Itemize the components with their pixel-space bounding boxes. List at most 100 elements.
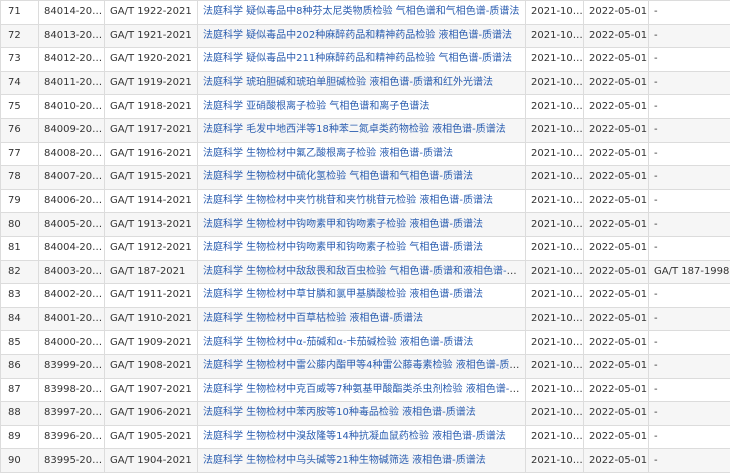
standard-name-cell: 法庭科学 生物检材中草甘膦和氯甲基膦酸检验 液相色谱-质谱法	[197, 283, 526, 308]
standard-name-link[interactable]: 法庭科学 疑似毒品中8种芬太尼类物质检验 气相色谱和气相色谱-质谱法	[203, 6, 519, 17]
row-index-cell: 77	[0, 141, 39, 167]
standard-name-link[interactable]: 法庭科学 生物检材中α-茄碱和α-卡茄碱检验 液相色谱-质谱法	[203, 337, 473, 348]
publish-date-cell: 2021-10-14	[525, 212, 584, 237]
standard-name-cell: 法庭科学 疑似毒品中211种麻醉药品和精神药品检验 气相色谱-质谱法	[197, 47, 526, 72]
standard-name-cell: 法庭科学 生物检材中夹竹桃苷和夹竹桃苷元检验 液相色谱-质谱法	[197, 188, 526, 214]
replaced-standard-cell: -	[648, 306, 730, 332]
row-index-cell: 75	[0, 94, 39, 119]
row-index-cell: 71	[0, 0, 39, 25]
standard-number-cell: GA/T 1904-2021	[104, 448, 198, 473]
plan-number-cell: 84005-2021	[38, 212, 105, 237]
standard-number-cell: GA/T 187-2021	[104, 259, 198, 285]
row-index-cell: 80	[0, 212, 39, 237]
publish-date-cell: 2021-10-14	[525, 353, 584, 379]
standard-name-cell: 法庭科学 生物检材中α-茄碱和α-卡茄碱检验 液相色谱-质谱法	[197, 330, 526, 355]
table-row: 87 83998-2021 GA/T 1907-2021 法庭科学 生物检材中克百威等…	[0, 377, 730, 403]
publish-date-cell: 2021-10-14	[525, 141, 584, 167]
replaced-standard-cell: -	[648, 0, 730, 25]
standard-name-link[interactable]: 法庭科学 生物检材中钩吻素甲和钩吻素子检验 气相色谱-质谱法	[203, 242, 483, 253]
standard-name-cell: 法庭科学 毛发中地西泮等18种苯二氮卓类药物检验 液相色谱-质谱法	[197, 117, 526, 143]
standard-number-cell: GA/T 1910-2021	[104, 306, 198, 332]
standard-name-cell: 法庭科学 琥珀胆碱和琥珀单胆碱检验 液相色谱-质谱和红外光谱法	[197, 70, 526, 96]
table-row: 78 84007-2021 GA/T 1915-2021 法庭科学 生物检材中硫化氢检…	[0, 165, 730, 190]
standard-name-cell: 法庭科学 生物检材中雷公藤内酯甲等4种雷公藤毒素检验 液相色谱-质谱法	[197, 353, 526, 379]
standard-name-link[interactable]: 法庭科学 疑似毒品中202种麻醉药品和精神药品检验 液相色谱-质谱法	[203, 30, 512, 41]
standard-name-link[interactable]: 法庭科学 生物检材中百草枯检验 液相色谱-质谱法	[203, 313, 423, 324]
standard-name-link[interactable]: 法庭科学 生物检材中氟乙酸根离子检验 液相色谱-质谱法	[203, 148, 453, 159]
publish-date-cell: 2021-10-14	[525, 259, 584, 285]
publish-date-cell: 2021-10-14	[525, 70, 584, 96]
row-index-cell: 84	[0, 306, 39, 332]
standard-name-link[interactable]: 法庭科学 生物检材中夹竹桃苷和夹竹桃苷元检验 液相色谱-质谱法	[203, 195, 493, 206]
implement-date-cell: 2022-05-01	[583, 165, 649, 190]
standard-name-cell: 法庭科学 疑似毒品中202种麻醉药品和精神药品检验 液相色谱-质谱法	[197, 23, 526, 49]
implement-date-cell: 2022-05-01	[583, 448, 649, 473]
standard-name-link[interactable]: 法庭科学 疑似毒品中211种麻醉药品和精神药品检验 气相色谱-质谱法	[203, 53, 512, 64]
standard-name-cell: 法庭科学 生物检材中苯丙胺等10种毒品检验 液相色谱-质谱法	[197, 401, 526, 426]
replaced-standard-cell: -	[648, 212, 730, 237]
standard-name-cell: 法庭科学 疑似毒品中8种芬太尼类物质检验 气相色谱和气相色谱-质谱法	[197, 0, 526, 25]
replaced-standard-cell: -	[648, 424, 730, 450]
row-index-cell: 74	[0, 70, 39, 96]
publish-date-cell: 2021-10-14	[525, 401, 584, 426]
table-row: 85 84000-2021 GA/T 1909-2021 法庭科学 生物检材中α-茄碱…	[0, 330, 730, 355]
publish-date-cell: 2021-10-14	[525, 424, 584, 450]
implement-date-cell: 2022-05-01	[583, 23, 649, 49]
implement-date-cell: 2022-05-01	[583, 0, 649, 25]
standard-name-link[interactable]: 法庭科学 生物检材中草甘膦和氯甲基膦酸检验 液相色谱-质谱法	[203, 289, 483, 300]
replaced-standard-cell: -	[648, 188, 730, 214]
implement-date-cell: 2022-05-01	[583, 377, 649, 403]
standard-name-link[interactable]: 法庭科学 生物检材中克百威等7种氨基甲酸酯类杀虫剂检验 液相色谱-质谱法	[203, 384, 525, 395]
standard-number-cell: GA/T 1916-2021	[104, 141, 198, 167]
standard-name-link[interactable]: 法庭科学 生物检材中雷公藤内酯甲等4种雷公藤毒素检验 液相色谱-质谱法	[203, 360, 525, 371]
implement-date-cell: 2022-05-01	[583, 259, 649, 285]
standard-name-link[interactable]: 法庭科学 生物检材中溴敌隆等14种抗凝血鼠药检验 液相色谱-质谱法	[203, 431, 506, 442]
implement-date-cell: 2022-05-01	[583, 188, 649, 214]
row-index-cell: 90	[0, 448, 39, 473]
plan-number-cell: 84001-2021	[38, 306, 105, 332]
standard-name-link[interactable]: 法庭科学 亚硝酸根离子检验 气相色谱和离子色谱法	[203, 101, 429, 112]
table-row: 76 84009-2021 GA/T 1917-2021 法庭科学 毛发中地西泮等18…	[0, 117, 730, 143]
publish-date-cell: 2021-10-14	[525, 306, 584, 332]
plan-number-cell: 84013-2021	[38, 23, 105, 49]
standard-name-link[interactable]: 法庭科学 生物检材中苯丙胺等10种毒品检验 液相色谱-质谱法	[203, 407, 476, 418]
replaced-standard-cell: -	[648, 94, 730, 119]
plan-number-cell: 84006-2021	[38, 188, 105, 214]
standard-name-cell: 法庭科学 生物检材中敌敌畏和敌百虫检验 气相色谱-质谱和液相色谱-质谱法	[197, 259, 526, 285]
replaced-standard-cell: -	[648, 448, 730, 473]
publish-date-cell: 2021-10-14	[525, 0, 584, 25]
standard-name-cell: 法庭科学 生物检材中硫化氢检验 气相色谱和气相色谱-质谱法	[197, 165, 526, 190]
standard-name-link[interactable]: 法庭科学 生物检材中钩吻素甲和钩吻素子检验 液相色谱-质谱法	[203, 219, 483, 230]
row-index-cell: 76	[0, 117, 39, 143]
standard-name-link[interactable]: 法庭科学 生物检材中硫化氢检验 气相色谱和气相色谱-质谱法	[203, 171, 473, 182]
replaced-standard-cell: -	[648, 377, 730, 403]
plan-number-cell: 84011-2021	[38, 70, 105, 96]
standard-name-link[interactable]: 法庭科学 生物检材中乌头碱等21种生物碱筛选 液相色谱-质谱法	[203, 455, 486, 466]
table-row: 74 84011-2021 GA/T 1919-2021 法庭科学 琥珀胆碱和琥珀单胆…	[0, 70, 730, 96]
standard-name-link[interactable]: 法庭科学 生物检材中敌敌畏和敌百虫检验 气相色谱-质谱和液相色谱-质谱法	[203, 266, 525, 277]
standard-name-cell: 法庭科学 生物检材中溴敌隆等14种抗凝血鼠药检验 液相色谱-质谱法	[197, 424, 526, 450]
standard-name-link[interactable]: 法庭科学 毛发中地西泮等18种苯二氮卓类药物检验 液相色谱-质谱法	[203, 124, 506, 135]
row-index-cell: 72	[0, 23, 39, 49]
implement-date-cell: 2022-05-01	[583, 94, 649, 119]
standard-name-cell: 法庭科学 生物检材中钩吻素甲和钩吻素子检验 液相色谱-质谱法	[197, 212, 526, 237]
standard-name-cell: 法庭科学 生物检材中乌头碱等21种生物碱筛选 液相色谱-质谱法	[197, 448, 526, 473]
table-row: 79 84006-2021 GA/T 1914-2021 法庭科学 生物检材中夹竹桃苷…	[0, 188, 730, 214]
implement-date-cell: 2022-05-01	[583, 235, 649, 261]
plan-number-cell: 84007-2021	[38, 165, 105, 190]
standard-number-cell: GA/T 1915-2021	[104, 165, 198, 190]
implement-date-cell: 2022-05-01	[583, 212, 649, 237]
table-row: 75 84010-2021 GA/T 1918-2021 法庭科学 亚硝酸根离子检验 …	[0, 94, 730, 119]
standard-number-cell: GA/T 1908-2021	[104, 353, 198, 379]
replaced-standard-cell: GA/T 187-1998	[648, 259, 730, 285]
standard-name-link[interactable]: 法庭科学 琥珀胆碱和琥珀单胆碱检验 液相色谱-质谱和红外光谱法	[203, 77, 493, 88]
standard-name-cell: 法庭科学 生物检材中氟乙酸根离子检验 液相色谱-质谱法	[197, 141, 526, 167]
replaced-standard-cell: -	[648, 117, 730, 143]
row-index-cell: 81	[0, 235, 39, 261]
row-index-cell: 86	[0, 353, 39, 379]
standard-number-cell: GA/T 1905-2021	[104, 424, 198, 450]
standard-number-cell: GA/T 1922-2021	[104, 0, 198, 25]
replaced-standard-cell: -	[648, 283, 730, 308]
row-index-cell: 73	[0, 47, 39, 72]
row-index-cell: 85	[0, 330, 39, 355]
